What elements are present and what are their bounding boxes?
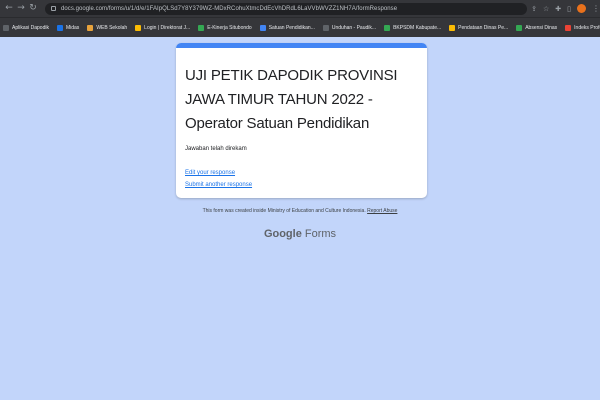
star-icon[interactable]: ☆ (543, 5, 549, 13)
bookmark-label: BKPSDM Kabupate... (393, 24, 442, 31)
bookmark-favicon-icon (3, 24, 9, 31)
bookmark-favicon-icon (56, 24, 63, 31)
omnibox[interactable]: docs.google.com/forms/u/1/d/e/1FAIpQLSd7… (45, 2, 528, 15)
bookmark-label: Aplikasi Dapodik (12, 24, 49, 31)
bookmark-item[interactable]: E-Kinerja Situbondo (198, 24, 252, 31)
edit-response-link[interactable]: Edit your response (185, 170, 418, 176)
form-title: UJI PETIK DAPODIK PROVINSI JAWA TIMUR TA… (185, 67, 398, 132)
menu-icon[interactable]: ⋮ (592, 4, 600, 13)
bookmark-item[interactable]: Pendataan Dinas Pe... (449, 24, 509, 31)
bookmark-item[interactable]: Absensi Dinas (516, 24, 558, 31)
reload-icon[interactable]: ↻ (27, 0, 39, 17)
google-forms-logo[interactable]: Google Forms (0, 228, 600, 240)
bookmark-label: Satuan Pendidikan... (268, 24, 315, 31)
footer-notice: This form was created inside Ministry of… (0, 208, 600, 214)
bookmark-item[interactable]: Aplikasi Dapodik (3, 24, 49, 31)
bookmark-label: Unduhan - Paudik... (331, 24, 377, 31)
confirmation-message: Jawaban telah direkam (185, 146, 247, 152)
bookmark-favicon-icon (322, 24, 329, 31)
toolbar-icons: ⇪ ☆ ✚ ▯ ⋮ (531, 4, 600, 13)
bookmark-label: E-Kinerja Situbondo (207, 24, 252, 31)
bookmark-item[interactable]: Satuan Pendidikan... (259, 24, 315, 31)
bookmark-item[interactable]: WEB Sekolah (87, 24, 128, 31)
profile-avatar[interactable] (577, 4, 586, 13)
bookmark-label: Midas (65, 24, 80, 31)
nav-buttons: ← → ↻ (3, 0, 39, 17)
bookmark-label: Pendataan Dinas Pe... (458, 24, 509, 31)
form-confirmation-card: UJI PETIK DAPODIK PROVINSI JAWA TIMUR TA… (176, 43, 427, 198)
bookmark-item[interactable]: Midas (56, 24, 80, 31)
bookmark-label: Indeks Profesionalit... (574, 24, 600, 31)
arrow-right-icon[interactable]: → (15, 0, 27, 17)
bookmark-favicon-icon (259, 24, 266, 31)
bookmark-item[interactable]: Unduhan - Paudik... (322, 24, 377, 31)
bookmark-favicon-icon (135, 24, 142, 31)
lock-icon (51, 6, 56, 11)
brand-google: Google (263, 228, 302, 240)
bookmark-favicon-icon (449, 24, 456, 31)
address-bar-row: ← → ↻ docs.google.com/forms/u/1/d/e/1FAI… (0, 0, 600, 17)
bookmark-favicon-icon (87, 24, 94, 31)
extensions-icon[interactable]: ✚ (555, 5, 561, 13)
submit-another-link[interactable]: Submit another response (185, 182, 418, 188)
url-text: docs.google.com/forms/u/1/d/e/1FAIpQLSd7… (61, 5, 398, 12)
bookmark-favicon-icon (384, 24, 391, 31)
bookmark-label: Login | Direktorat J... (144, 24, 191, 31)
bookmark-label: Absensi Dinas (525, 24, 558, 31)
brand-forms: Forms (304, 228, 337, 240)
share-icon[interactable]: ⇪ (531, 5, 537, 13)
bookmark-label: WEB Sekolah (96, 24, 128, 31)
report-abuse-link[interactable]: Report Abuse (367, 208, 397, 214)
sidepanel-icon[interactable]: ▯ (567, 5, 571, 13)
bookmark-item[interactable]: Indeks Profesionalit... (565, 24, 600, 31)
bookmark-item[interactable]: BKPSDM Kabupate... (384, 24, 442, 31)
bookmarks-bar: Aplikasi Dapodik Midas WEB Sekolah Login | … (0, 17, 600, 37)
arrow-left-icon[interactable]: ← (3, 0, 15, 17)
bookmark-favicon-icon (516, 24, 523, 31)
footer-notice-text: This form was created inside Ministry of… (202, 208, 366, 214)
bookmark-favicon-icon (198, 24, 205, 31)
bookmark-favicon-icon (565, 24, 572, 31)
bookmark-item[interactable]: Login | Direktorat J... (135, 24, 191, 31)
